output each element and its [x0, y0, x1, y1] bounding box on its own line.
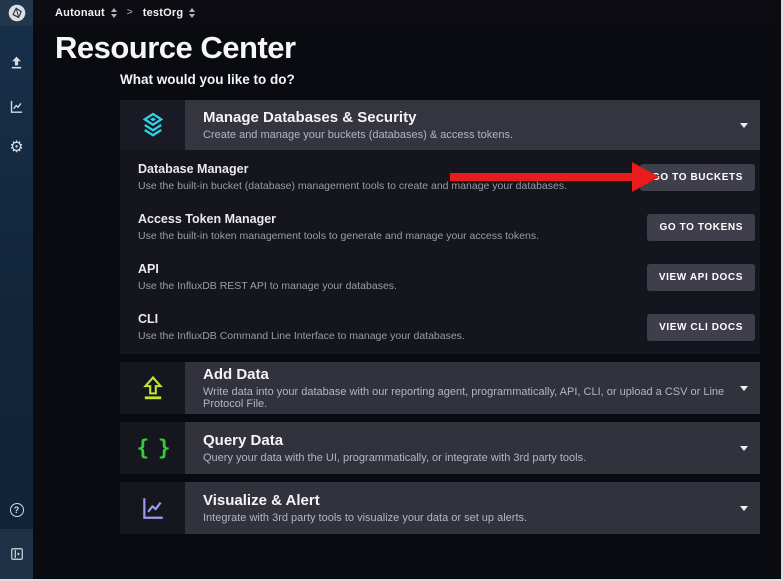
chart-icon	[140, 495, 166, 521]
sidebar-item-settings[interactable]: ⚙	[0, 134, 33, 162]
expand-panel-icon	[10, 547, 24, 561]
panel-query-data[interactable]: { } Query Data Query your data with the …	[120, 422, 760, 474]
breadcrumb-separator: >	[127, 7, 133, 18]
panel-icon-cell: { }	[120, 422, 185, 474]
help-glyph: ?	[14, 505, 20, 515]
panel-title: Visualize & Alert	[203, 492, 730, 509]
panel-header-text: Manage Databases & Security Create and m…	[185, 100, 760, 150]
help-icon: ?	[10, 503, 24, 517]
panel-title: Query Data	[203, 432, 730, 449]
row-text: CLI Use the InfluxDB Command Line Interf…	[138, 312, 647, 342]
panel-description: Create and manage your buckets (database…	[203, 129, 730, 141]
panel-manage-databases-header[interactable]: Manage Databases & Security Create and m…	[120, 100, 760, 150]
panel-header-text: Visualize & Alert Integrate with 3rd par…	[185, 482, 760, 534]
row-api: API Use the InfluxDB REST API to manage …	[120, 252, 760, 302]
chevron-down-icon	[740, 446, 748, 451]
panel-icon-cell	[120, 362, 185, 414]
panel-title: Add Data	[203, 366, 730, 383]
row-database-manager: Database Manager Use the built-in bucket…	[120, 152, 760, 202]
panel-title: Manage Databases & Security	[203, 109, 730, 126]
panel-description: Write data into your database with our r…	[203, 386, 730, 410]
graph-icon	[9, 99, 24, 114]
row-description: Use the InfluxDB REST API to manage your…	[138, 280, 647, 292]
influxdb-logo[interactable]	[0, 0, 33, 26]
row-description: Use the built-in token management tools …	[138, 230, 647, 242]
row-access-token-manager: Access Token Manager Use the built-in to…	[120, 202, 760, 252]
panel-icon-cell	[120, 100, 185, 150]
breadcrumb-project-dropdown[interactable]: testOrg	[143, 7, 196, 19]
sidebar-item-help[interactable]: ?	[0, 496, 33, 524]
row-description: Use the InfluxDB Command Line Interface …	[138, 330, 647, 342]
panel-manage-databases-body: Database Manager Use the built-in bucket…	[120, 150, 760, 354]
row-text: Access Token Manager Use the built-in to…	[138, 212, 647, 242]
influxdb-logo-icon	[8, 4, 26, 22]
annotation-arrow-shaft	[450, 173, 632, 181]
chevron-down-icon	[740, 386, 748, 391]
gear-icon: ⚙	[9, 140, 23, 156]
breadcrumb-org-label: Autonaut	[55, 7, 105, 19]
resource-center-page: { "colors": { "accent_cyan": "#2ed4e4", …	[0, 0, 783, 581]
sidebar-item-data-explorer[interactable]	[0, 92, 33, 120]
layers-icon	[138, 110, 168, 140]
page-title: Resource Center	[55, 30, 296, 66]
sidebar: ⚙ ?	[0, 0, 33, 579]
panel-add-data[interactable]: Add Data Write data into your database w…	[120, 362, 760, 414]
row-title: API	[138, 262, 647, 276]
page-subtitle: What would you like to do?	[120, 72, 295, 87]
row-cli: CLI Use the InfluxDB Command Line Interf…	[120, 302, 760, 352]
row-title: CLI	[138, 312, 647, 326]
sidebar-item-load-data[interactable]	[0, 48, 33, 76]
upload-icon	[9, 55, 24, 70]
panel-description: Query your data with the UI, programmati…	[203, 452, 730, 464]
breadcrumb-org-dropdown[interactable]: Autonaut	[55, 7, 117, 19]
go-to-tokens-button[interactable]: GO TO TOKENS	[647, 214, 755, 241]
resource-panels: Manage Databases & Security Create and m…	[120, 100, 760, 534]
row-text: API Use the InfluxDB REST API to manage …	[138, 262, 647, 292]
panel-header-text: Query Data Query your data with the UI, …	[185, 422, 760, 474]
breadcrumb: Autonaut > testOrg	[33, 0, 781, 25]
annotation-arrow-icon	[632, 162, 659, 192]
panel-icon-cell	[120, 482, 185, 534]
panel-manage-databases: Manage Databases & Security Create and m…	[120, 100, 760, 354]
sort-caret-icon	[189, 8, 195, 18]
view-cli-docs-button[interactable]: VIEW CLI DOCS	[647, 314, 755, 341]
chevron-down-icon	[740, 123, 748, 128]
panel-description: Integrate with 3rd party tools to visual…	[203, 512, 730, 524]
breadcrumb-project-label: testOrg	[143, 7, 184, 19]
braces-icon: { }	[137, 436, 169, 460]
sidebar-footer	[0, 529, 33, 579]
row-title: Access Token Manager	[138, 212, 647, 226]
expand-sidebar-button[interactable]	[10, 547, 24, 561]
panel-visualize-alert[interactable]: Visualize & Alert Integrate with 3rd par…	[120, 482, 760, 534]
chevron-down-icon	[740, 506, 748, 511]
upload-icon	[139, 374, 167, 402]
row-description: Use the built-in bucket (database) manag…	[138, 180, 640, 192]
view-api-docs-button[interactable]: VIEW API DOCS	[647, 264, 755, 291]
sort-caret-icon	[111, 8, 117, 18]
panel-header-text: Add Data Write data into your database w…	[185, 362, 760, 414]
